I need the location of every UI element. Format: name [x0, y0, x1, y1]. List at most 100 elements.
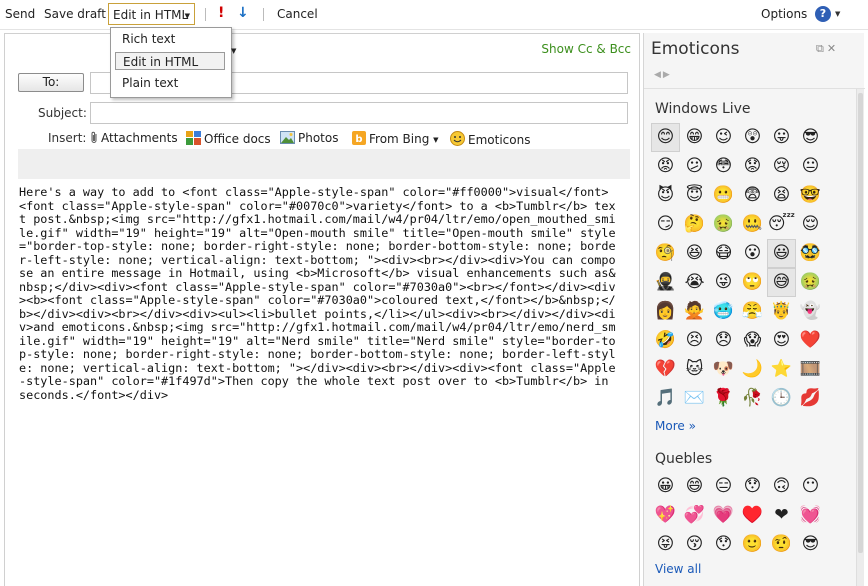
emoticon-icon[interactable]: 👩	[651, 297, 680, 326]
emoticon-icon[interactable]: 😁	[680, 123, 709, 152]
emoticon-icon[interactable]: 😆	[680, 239, 709, 268]
emoticon-icon[interactable]: 😈	[651, 181, 680, 210]
emoticon-icon[interactable]: 😲	[738, 123, 767, 152]
emoticon-icon[interactable]: 😊	[651, 123, 680, 152]
emoticon-icon[interactable]: 😬	[709, 181, 738, 210]
high-importance-icon[interactable]: !	[218, 5, 224, 21]
subject-field[interactable]	[90, 102, 628, 124]
emoticon-icon[interactable]: 💋	[796, 384, 825, 413]
emoticon-icon[interactable]: 🤔	[680, 210, 709, 239]
emoticon-icon[interactable]: 😎	[796, 123, 825, 152]
help-chevron-down-icon[interactable]: ▼	[835, 10, 840, 18]
emoticon-icon[interactable]: 😯	[709, 530, 738, 559]
scrollbar-thumb[interactable]	[858, 93, 863, 553]
insert-photos[interactable]: Photos	[280, 131, 338, 145]
emoticon-icon[interactable]: 🤐	[738, 210, 767, 239]
emoticon-icon[interactable]: 💞	[680, 501, 709, 530]
cancel-button[interactable]: Cancel	[277, 7, 318, 21]
pop-out-icon[interactable]: ⧉	[816, 42, 827, 55]
insert-emoticons[interactable]: Emoticons	[450, 131, 530, 147]
emoticon-icon[interactable]: 😝	[651, 530, 680, 559]
emoticon-icon[interactable]: 🌙	[738, 355, 767, 384]
emoticon-icon[interactable]: 😫	[767, 181, 796, 210]
emoticon-icon[interactable]: 😮	[738, 239, 767, 268]
emoticon-icon[interactable]: 🥷	[651, 268, 680, 297]
emoticon-icon[interactable]: 💖	[651, 501, 680, 530]
emoticon-icon[interactable]: 😀	[651, 472, 680, 501]
menu-item-edit-in-html[interactable]: Edit in HTML	[115, 52, 225, 70]
emoticon-icon[interactable]: 😤	[738, 297, 767, 326]
emoticon-icon[interactable]: 🙄	[738, 268, 767, 297]
emoticon-icon[interactable]: 🌹	[709, 384, 738, 413]
emoticon-icon[interactable]: 🤣	[651, 326, 680, 355]
emoticon-icon[interactable]: 🕒	[767, 384, 796, 413]
send-button[interactable]: Send	[5, 7, 35, 21]
menu-item-rich-text[interactable]: Rich text	[115, 30, 225, 48]
emoticon-icon[interactable]: 😚	[680, 530, 709, 559]
emoticon-icon[interactable]: 🥀	[738, 384, 767, 413]
emoticon-icon[interactable]: 😇	[680, 181, 709, 210]
emoticon-icon[interactable]: 💔	[651, 355, 680, 384]
emoticon-icon[interactable]: 😕	[680, 152, 709, 181]
emoticon-icon[interactable]: 😅	[767, 268, 796, 297]
emoticon-icon[interactable]: ❤️	[796, 326, 825, 355]
emoticon-icon[interactable]: 🎵	[651, 384, 680, 413]
next-arrow-icon[interactable]: ▶	[663, 70, 672, 80]
edit-mode-dropdown[interactable]: Edit in HTML ▼	[108, 3, 195, 25]
emoticon-icon[interactable]: 😳	[709, 152, 738, 181]
emoticon-icon[interactable]: 😍	[767, 326, 796, 355]
emoticon-icon[interactable]: 🤓	[796, 181, 825, 210]
emoticon-icon[interactable]: 🥶	[709, 297, 738, 326]
emoticon-icon[interactable]: 😭	[680, 268, 709, 297]
emoticon-icon[interactable]: 😷	[709, 239, 738, 268]
emoticon-icon[interactable]: ⭐	[767, 355, 796, 384]
html-editor[interactable]: Here's a way to add to <font class="Appl…	[19, 185, 619, 402]
emoticon-icon[interactable]: 🤴	[767, 297, 796, 326]
emoticon-icon[interactable]: 😃	[767, 239, 796, 268]
emoticon-icon[interactable]: 🙂	[738, 530, 767, 559]
emoticon-icon[interactable]: 💓	[796, 501, 825, 530]
emoticon-icon[interactable]: 😎	[796, 530, 825, 559]
emoticon-icon[interactable]: 😌	[796, 210, 825, 239]
emoticon-icon[interactable]: 🙃	[767, 472, 796, 501]
emoticon-icon[interactable]: 😞	[709, 326, 738, 355]
help-icon[interactable]: ?	[815, 6, 831, 22]
emoticon-icon[interactable]: ♥️	[738, 501, 767, 530]
emoticon-icon[interactable]: 😑	[709, 472, 738, 501]
emoticon-icon[interactable]: 🤢	[709, 210, 738, 239]
emoticon-icon[interactable]: 🤢	[796, 268, 825, 297]
emoticon-icon[interactable]: 😉	[709, 123, 738, 152]
emoticon-icon[interactable]: 👻	[796, 297, 825, 326]
view-all-link[interactable]: View all	[655, 562, 701, 576]
emoticon-icon[interactable]: 😨	[738, 181, 767, 210]
options-button[interactable]: Options	[761, 7, 807, 21]
insert-office-docs[interactable]: Office docs	[186, 131, 271, 146]
emoticon-icon[interactable]: 😜	[709, 268, 738, 297]
emoticon-icon[interactable]: 🥸	[796, 239, 825, 268]
emoticon-icon[interactable]: 😴	[767, 210, 796, 239]
to-button[interactable]: To:	[18, 73, 84, 92]
emoticon-icon[interactable]: 😡	[651, 152, 680, 181]
panel-scrollbar[interactable]	[856, 89, 864, 586]
save-draft-button[interactable]: Save draft	[44, 7, 106, 21]
emoticon-icon[interactable]: 😏	[651, 210, 680, 239]
menu-item-plain-text[interactable]: Plain text	[115, 74, 225, 92]
low-importance-icon[interactable]: ↓	[237, 5, 249, 21]
emoticon-icon[interactable]: 🤨	[767, 530, 796, 559]
emoticon-icon[interactable]: 😣	[680, 326, 709, 355]
emoticon-icon[interactable]: 🙅	[680, 297, 709, 326]
close-icon[interactable]: ✕	[827, 42, 839, 55]
emoticon-icon[interactable]: 😱	[738, 326, 767, 355]
more-emoticons-link[interactable]: More »	[655, 419, 696, 433]
emoticon-icon[interactable]: 😄	[680, 472, 709, 501]
prev-arrow-icon[interactable]: ◀	[654, 70, 663, 80]
emoticon-icon[interactable]: ❤	[767, 501, 796, 530]
emoticon-icon[interactable]: ✉️	[680, 384, 709, 413]
emoticon-icon[interactable]: 🧐	[651, 239, 680, 268]
emoticon-icon[interactable]: 😛	[767, 123, 796, 152]
emoticon-icon[interactable]: 🎞️	[796, 355, 825, 384]
emoticon-icon[interactable]: 😐	[796, 152, 825, 181]
insert-attachments[interactable]: Attachments	[90, 131, 178, 145]
emoticon-icon[interactable]: 😢	[767, 152, 796, 181]
emoticon-icon[interactable]: 💗	[709, 501, 738, 530]
